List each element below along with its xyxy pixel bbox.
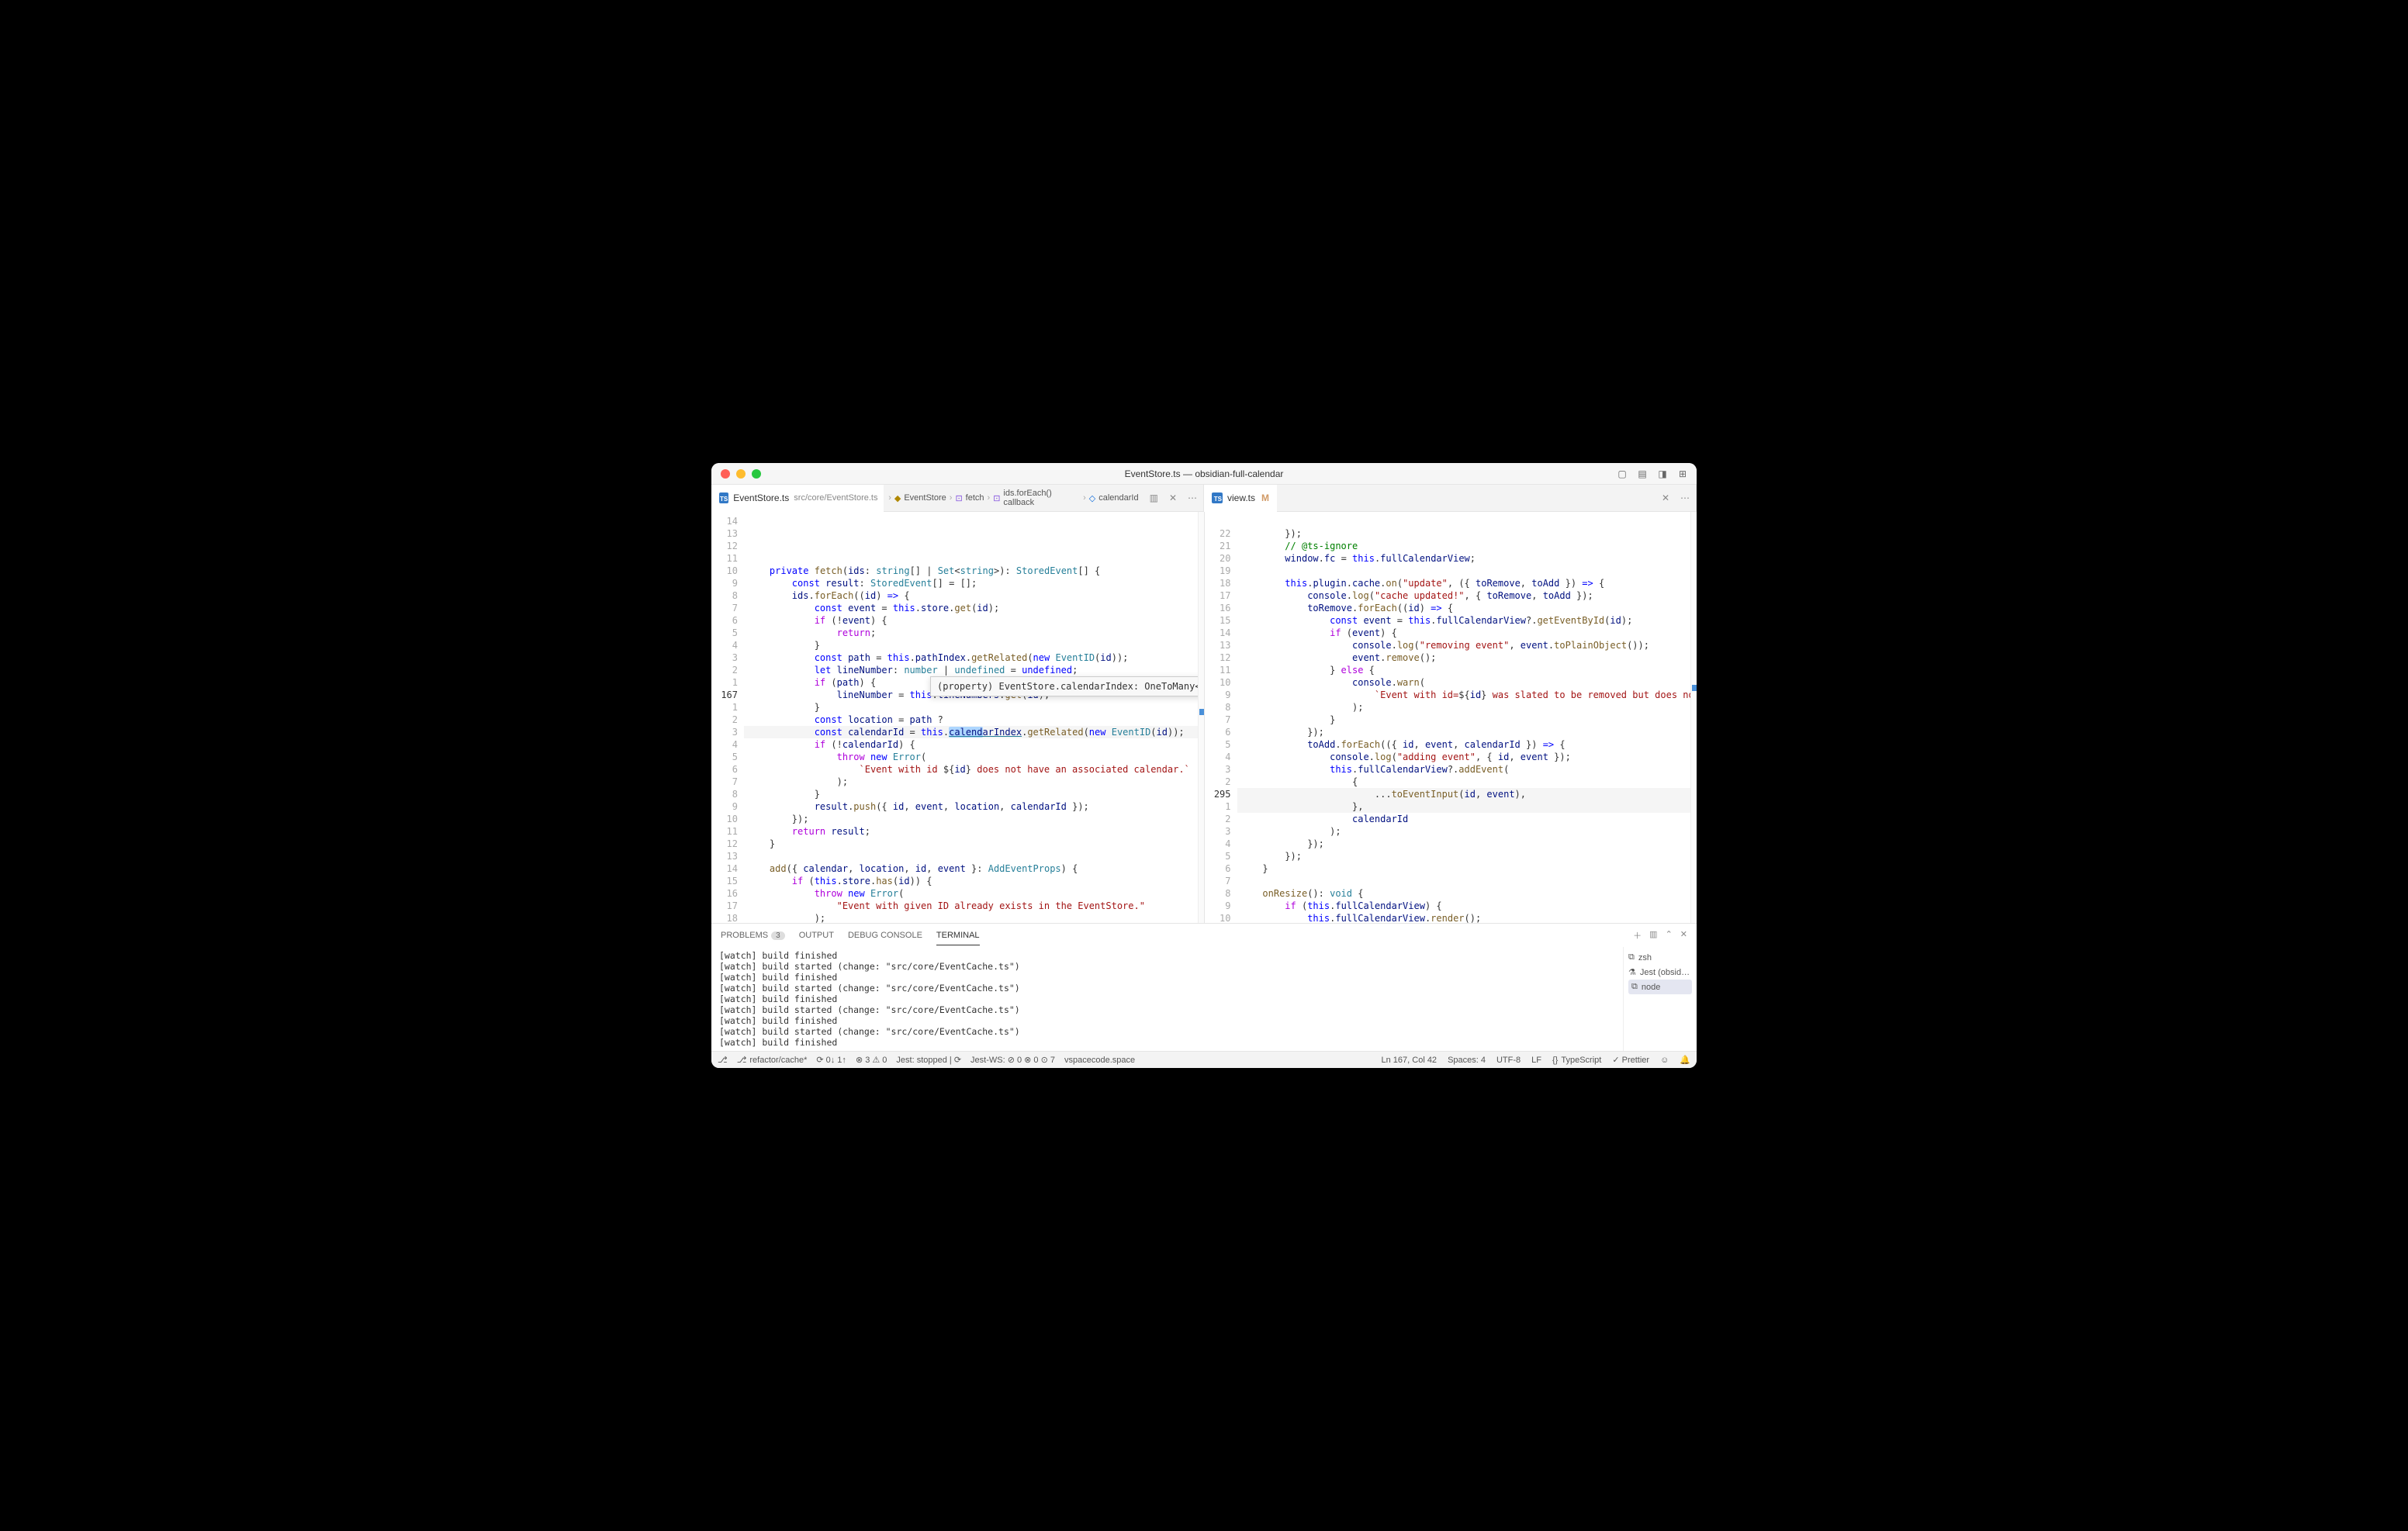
traffic-lights	[711, 469, 761, 479]
editor-split: 1413121110987654321167123456789101112131…	[711, 512, 1697, 923]
toggle-panel-icon[interactable]: ▤	[1636, 468, 1649, 480]
cursor-position[interactable]: Ln 167, Col 42	[1382, 1056, 1438, 1065]
more-icon[interactable]: ⋯	[1680, 492, 1690, 503]
git-sync[interactable]: ⟳ 0↓ 1↑	[816, 1055, 846, 1065]
output-tab[interactable]: OUTPUT	[799, 926, 834, 945]
left-code[interactable]: (property) EventStore.calendarIndex: One…	[744, 512, 1198, 923]
titlebar-actions: ▢ ▤ ◨ ⊞	[1616, 468, 1697, 480]
vscode-window: EventStore.ts — obsidian-full-calendar ▢…	[711, 463, 1697, 1068]
close-panel-icon[interactable]: ✕	[1680, 929, 1687, 942]
problems-tab[interactable]: PROBLEMS3	[721, 926, 785, 945]
tab-path: src/core/EventStore.ts	[794, 493, 877, 503]
jest-status[interactable]: Jest: stopped | ⟳	[896, 1055, 961, 1065]
terminal-list: ⧉zsh ⚗Jest (obsid… ⧉node	[1623, 947, 1697, 1051]
minimize-window-button[interactable]	[736, 469, 746, 479]
feedback-icon[interactable]: ☺	[1660, 1056, 1669, 1065]
terminal-item[interactable]: ⧉node	[1628, 980, 1692, 994]
panel-actions: ＋ ▥ ⌃ ✕	[1633, 929, 1687, 942]
close-tab-icon[interactable]: ✕	[1659, 492, 1673, 503]
right-tab-actions: ✕ ⋯	[1652, 492, 1696, 503]
maximize-panel-icon[interactable]: ⌃	[1666, 929, 1673, 942]
bottom-panel: PROBLEMS3 OUTPUT DEBUG CONSOLE TERMINAL …	[711, 923, 1697, 1051]
eol[interactable]: LF	[1531, 1056, 1541, 1065]
left-tabgroup: EventStore.ts src/core/EventStore.ts ›◆E…	[711, 485, 1204, 511]
notifications-icon[interactable]: 🔔	[1680, 1055, 1690, 1065]
tab-eventstore[interactable]: EventStore.ts src/core/EventStore.ts	[711, 485, 884, 512]
left-tab-actions: ▥ ✕ ⋯	[1143, 492, 1203, 503]
left-editor[interactable]: 1413121110987654321167123456789101112131…	[711, 512, 1205, 923]
close-window-button[interactable]	[721, 469, 730, 479]
terminal-item[interactable]: ⧉zsh	[1628, 950, 1692, 965]
terminal-output[interactable]: [watch] build finished [watch] build sta…	[711, 947, 1623, 1051]
close-tab-icon[interactable]: ✕	[1166, 492, 1180, 503]
right-minimap[interactable]	[1690, 512, 1697, 923]
shell-icon: ⧉	[1628, 952, 1635, 962]
left-gutter: 1413121110987654321167123456789101112131…	[711, 512, 744, 923]
right-tabgroup: view.ts M ✕ ⋯	[1204, 485, 1697, 511]
toggle-secondary-icon[interactable]: ◨	[1656, 468, 1669, 480]
encoding[interactable]: UTF-8	[1496, 1056, 1521, 1065]
panel-tabs: PROBLEMS3 OUTPUT DEBUG CONSOLE TERMINAL …	[711, 924, 1697, 947]
right-editor[interactable]: 2221201918171615141312111098765432295123…	[1205, 512, 1697, 923]
right-gutter: 2221201918171615141312111098765432295123…	[1205, 512, 1237, 923]
problems-status[interactable]: ⊗ 3 ⚠ 0	[856, 1055, 887, 1065]
right-code[interactable]: }); // @ts-ignore window.fc = this.fullC…	[1237, 512, 1691, 923]
typescript-icon	[1212, 492, 1223, 503]
terminal-item[interactable]: ⚗Jest (obsid…	[1628, 965, 1692, 980]
modified-indicator: M	[1261, 492, 1269, 503]
toggle-sidebar-icon[interactable]: ▢	[1616, 468, 1628, 480]
git-branch[interactable]: ⎇refactor/cache	[737, 1055, 808, 1065]
layout-icon[interactable]: ⊞	[1676, 468, 1689, 480]
split-terminal-icon[interactable]: ▥	[1649, 929, 1657, 942]
new-terminal-icon[interactable]: ＋	[1633, 929, 1642, 942]
tab-view[interactable]: view.ts M	[1204, 485, 1277, 512]
status-bar: ⎇ ⎇refactor/cache ⟳ 0↓ 1↑ ⊗ 3 ⚠ 0 Jest: …	[711, 1051, 1697, 1068]
typescript-icon	[719, 492, 728, 503]
indentation[interactable]: Spaces: 4	[1448, 1056, 1486, 1065]
debug-console-tab[interactable]: DEBUG CONSOLE	[848, 926, 922, 945]
jest-ws-status[interactable]: Jest-WS: ⊘ 0 ⊗ 0 ⊙ 7	[970, 1055, 1055, 1065]
vspacecode-status[interactable]: vspacecode.space	[1064, 1056, 1135, 1065]
more-icon[interactable]: ⋯	[1188, 492, 1197, 503]
terminal-tab[interactable]: TERMINAL	[936, 926, 980, 945]
tab-filename: view.ts	[1227, 492, 1255, 503]
tabbar: EventStore.ts src/core/EventStore.ts ›◆E…	[711, 485, 1697, 512]
language-mode[interactable]: {} TypeScript	[1552, 1056, 1601, 1065]
left-minimap[interactable]	[1198, 512, 1204, 923]
split-editor-icon[interactable]: ▥	[1150, 492, 1158, 503]
hover-tooltip: (property) EventStore.calendarIndex: One…	[930, 676, 1198, 696]
shell-icon: ⧉	[1631, 982, 1638, 992]
maximize-window-button[interactable]	[752, 469, 761, 479]
titlebar: EventStore.ts — obsidian-full-calendar ▢…	[711, 463, 1697, 485]
tab-filename: EventStore.ts	[733, 492, 789, 503]
panel-body: [watch] build finished [watch] build sta…	[711, 947, 1697, 1051]
prettier-status[interactable]: ✓ Prettier	[1612, 1055, 1649, 1065]
remote-indicator[interactable]: ⎇	[718, 1055, 728, 1065]
breadcrumb[interactable]: ›◆EventStore ›⊡fetch ›⊡ids.forEach() cal…	[884, 489, 1143, 507]
window-title: EventStore.ts — obsidian-full-calendar	[1125, 468, 1284, 479]
beaker-icon: ⚗	[1628, 967, 1636, 977]
